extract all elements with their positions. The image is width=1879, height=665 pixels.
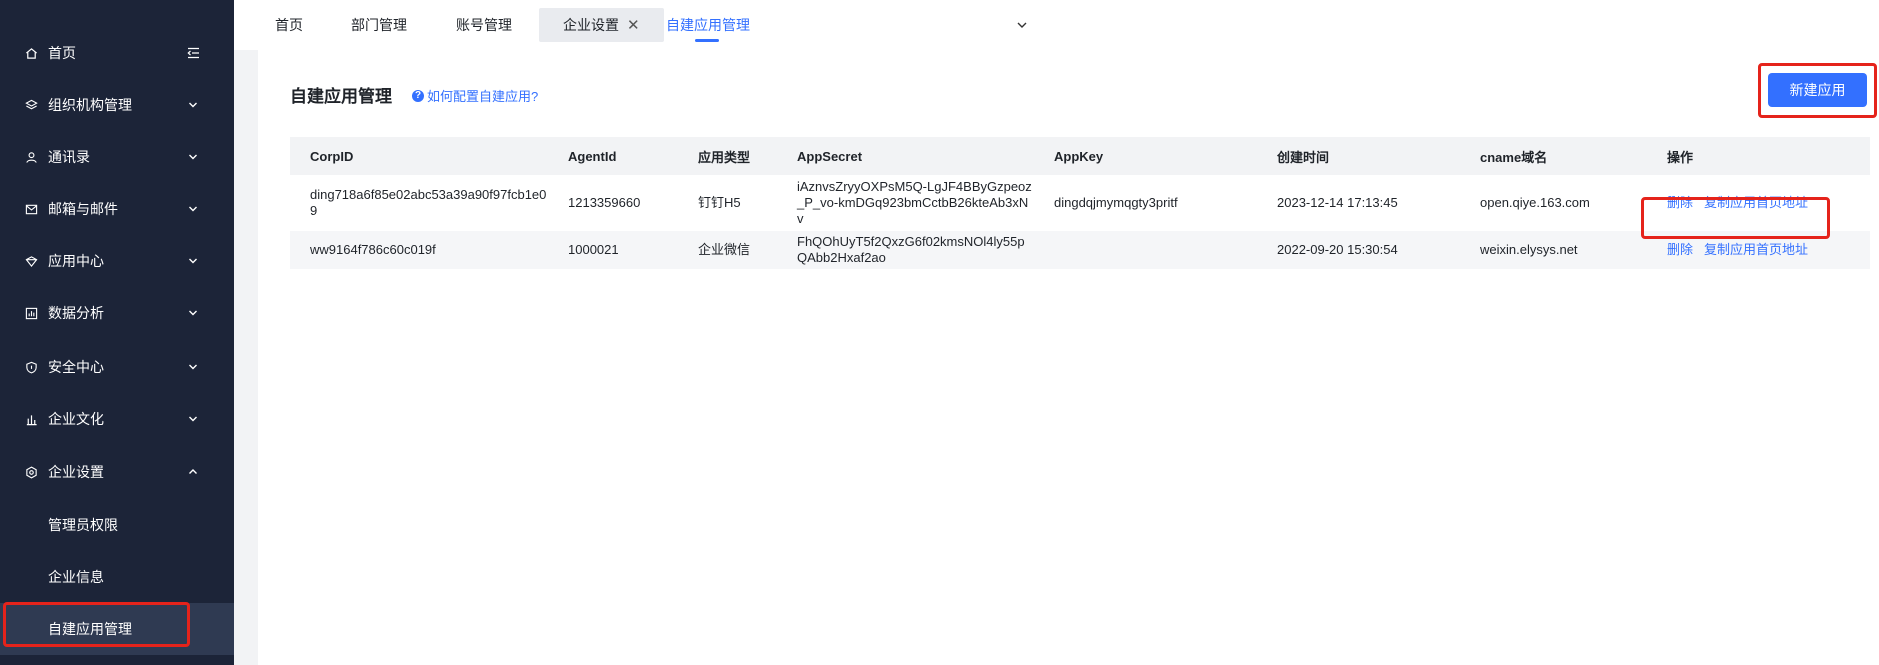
bar-icon xyxy=(24,412,38,426)
tab-label: 首页 xyxy=(275,17,303,33)
sidebar-item-enterprise-settings[interactable]: 企业设置 xyxy=(0,446,234,498)
sidebar-item-label: 首页 xyxy=(48,45,76,61)
chevron-down-icon xyxy=(189,416,197,422)
cell-agentid: 1213359660 xyxy=(568,195,641,210)
column-header-appkey: AppKey xyxy=(1034,137,1257,175)
chevron-down-icon xyxy=(189,364,197,370)
tab-department[interactable]: 部门管理 xyxy=(351,8,407,42)
close-icon[interactable]: ✕ xyxy=(627,16,640,34)
cell-corpid: ww9164f786c60c019f xyxy=(290,231,548,269)
sidebar-item-label: 组织机构管理 xyxy=(48,97,132,113)
cell-type: 钉钉H5 xyxy=(698,195,741,210)
column-header-actions: 操作 xyxy=(1647,137,1870,175)
copy-homepage-url-link[interactable]: 复制应用首页地址 xyxy=(1704,242,1808,257)
cell-appsecret: iAznvsZryyOXPsM5Q-LgJF4BByGzpeoz_P_vo-km… xyxy=(797,179,1032,226)
chevron-up-icon xyxy=(189,469,197,474)
tab-label: 部门管理 xyxy=(351,17,407,33)
column-header-type: 应用类型 xyxy=(678,137,777,175)
sidebar-item-org[interactable]: 组织机构管理 xyxy=(0,79,234,131)
chevron-down-icon xyxy=(189,102,197,108)
tab-enterprise-settings[interactable]: 企业设置 ✕ xyxy=(539,8,664,42)
tab-label: 账号管理 xyxy=(456,17,512,33)
cell-actions: 删除 复制应用首页地址 xyxy=(1647,231,1870,269)
sidebar-subitem-label: 企业信息 xyxy=(48,569,104,585)
cell-type: 企业微信 xyxy=(678,231,777,269)
table-header-row: CorpID AgentId 应用类型 AppSecret AppKey 创建时… xyxy=(290,137,1870,175)
layers-icon xyxy=(24,98,38,112)
cell-corpid: ding718a6f85e02abc53a39a90f97fcb1e09 xyxy=(310,187,547,218)
sidebar-subitem-label: 自建应用管理 xyxy=(48,621,132,637)
chevron-down-icon xyxy=(189,206,197,212)
sidebar-item-contacts[interactable]: 通讯录 xyxy=(0,131,234,183)
tab-home[interactable]: 首页 xyxy=(275,8,303,42)
chevron-down-icon xyxy=(189,154,197,160)
tab-bar: 首页 部门管理 账号管理 企业设置 ✕ 自建应用管理 xyxy=(234,0,1879,50)
sidebar-item-label: 数据分析 xyxy=(48,305,104,321)
cell-actions: 删除 复制应用首页地址 xyxy=(1647,175,1870,231)
column-header-corpid: CorpID xyxy=(290,137,548,175)
cell-cname: open.qiye.163.com xyxy=(1480,195,1590,210)
mail-icon xyxy=(24,202,38,216)
page-title: 自建应用管理 xyxy=(290,87,392,106)
chart-icon xyxy=(24,306,38,320)
sidebar-item-home[interactable]: 首页 xyxy=(0,27,234,79)
chevron-down-icon xyxy=(189,310,197,316)
tab-label: 自建应用管理 xyxy=(666,17,750,33)
tab-accounts[interactable]: 账号管理 xyxy=(456,8,512,42)
user-icon xyxy=(24,150,38,164)
cell-appkey: dingdqjmymqgty3pritf xyxy=(1054,195,1178,210)
column-header-created: 创建时间 xyxy=(1257,137,1460,175)
sidebar-item-security[interactable]: 安全中心 xyxy=(0,341,234,393)
collapse-menu-icon[interactable] xyxy=(187,47,200,59)
help-link[interactable]: ? 如何配置自建应用? xyxy=(412,86,538,105)
column-header-agentid: AgentId xyxy=(548,137,678,175)
delete-link[interactable]: 删除 xyxy=(1667,242,1693,257)
tab-custom-apps[interactable]: 自建应用管理 xyxy=(666,8,750,42)
cell-cname: weixin.elysys.net xyxy=(1460,231,1647,269)
cell-created: 2022-09-20 15:30:54 xyxy=(1257,231,1460,269)
sidebar-item-app-center[interactable]: 应用中心 xyxy=(0,235,234,287)
sidebar-subitem-custom-apps[interactable]: 自建应用管理 xyxy=(0,603,234,655)
table-row: ding718a6f85e02abc53a39a90f97fcb1e09 121… xyxy=(290,175,1870,231)
sidebar-item-label: 应用中心 xyxy=(48,253,104,269)
table-row: ww9164f786c60c019f 1000021 企业微信 FhQOhUyT… xyxy=(290,231,1870,269)
column-header-appsecret: AppSecret xyxy=(777,137,1034,175)
cell-appkey xyxy=(1034,231,1257,269)
sidebar-item-culture[interactable]: 企业文化 xyxy=(0,393,234,445)
sidebar-subitem-label: 管理员权限 xyxy=(48,517,118,533)
tab-label: 企业设置 xyxy=(563,17,619,33)
new-app-button[interactable]: 新建应用 xyxy=(1768,73,1867,107)
copy-homepage-url-link[interactable]: 复制应用首页地址 xyxy=(1704,195,1808,210)
sidebar: 首页 组织机构管理 通讯录 邮箱与邮件 应用中心 数据分析 安全中心 企业文化 … xyxy=(0,0,234,665)
chevron-down-icon[interactable] xyxy=(1016,19,1028,31)
active-tab-indicator xyxy=(695,39,719,42)
sidebar-subitem-enterprise-info[interactable]: 企业信息 xyxy=(0,551,234,603)
delete-link[interactable]: 删除 xyxy=(1667,195,1693,210)
column-header-cname: cname域名 xyxy=(1460,137,1647,175)
sidebar-item-analytics[interactable]: 数据分析 xyxy=(0,287,234,339)
main-content: 自建应用管理 ? 如何配置自建应用? 新建应用 CorpID AgentId 应… xyxy=(258,50,1879,665)
settings-icon xyxy=(24,465,38,479)
cell-agentid: 1000021 xyxy=(548,231,678,269)
sidebar-item-label: 企业设置 xyxy=(48,464,104,480)
sidebar-item-label: 通讯录 xyxy=(48,149,90,165)
chevron-down-icon xyxy=(189,258,197,264)
sidebar-subitem-admin-permissions[interactable]: 管理员权限 xyxy=(0,499,234,551)
app-icon xyxy=(24,254,38,268)
home-icon xyxy=(24,46,38,60)
sidebar-item-label: 安全中心 xyxy=(48,359,104,375)
cell-appsecret: FhQOhUyT5f2QxzG6f02kmsNOl4ly55pQAbb2Hxaf… xyxy=(777,231,1034,269)
sidebar-item-label: 企业文化 xyxy=(48,411,104,427)
apps-table: CorpID AgentId 应用类型 AppSecret AppKey 创建时… xyxy=(290,137,1870,269)
shield-icon xyxy=(24,360,38,374)
sidebar-item-label: 邮箱与邮件 xyxy=(48,201,118,217)
cell-created: 2023-12-14 17:13:45 xyxy=(1277,195,1398,210)
help-link-label: 如何配置自建应用? xyxy=(427,89,539,104)
question-icon: ? xyxy=(412,89,424,102)
sidebar-item-mail[interactable]: 邮箱与邮件 xyxy=(0,183,234,235)
